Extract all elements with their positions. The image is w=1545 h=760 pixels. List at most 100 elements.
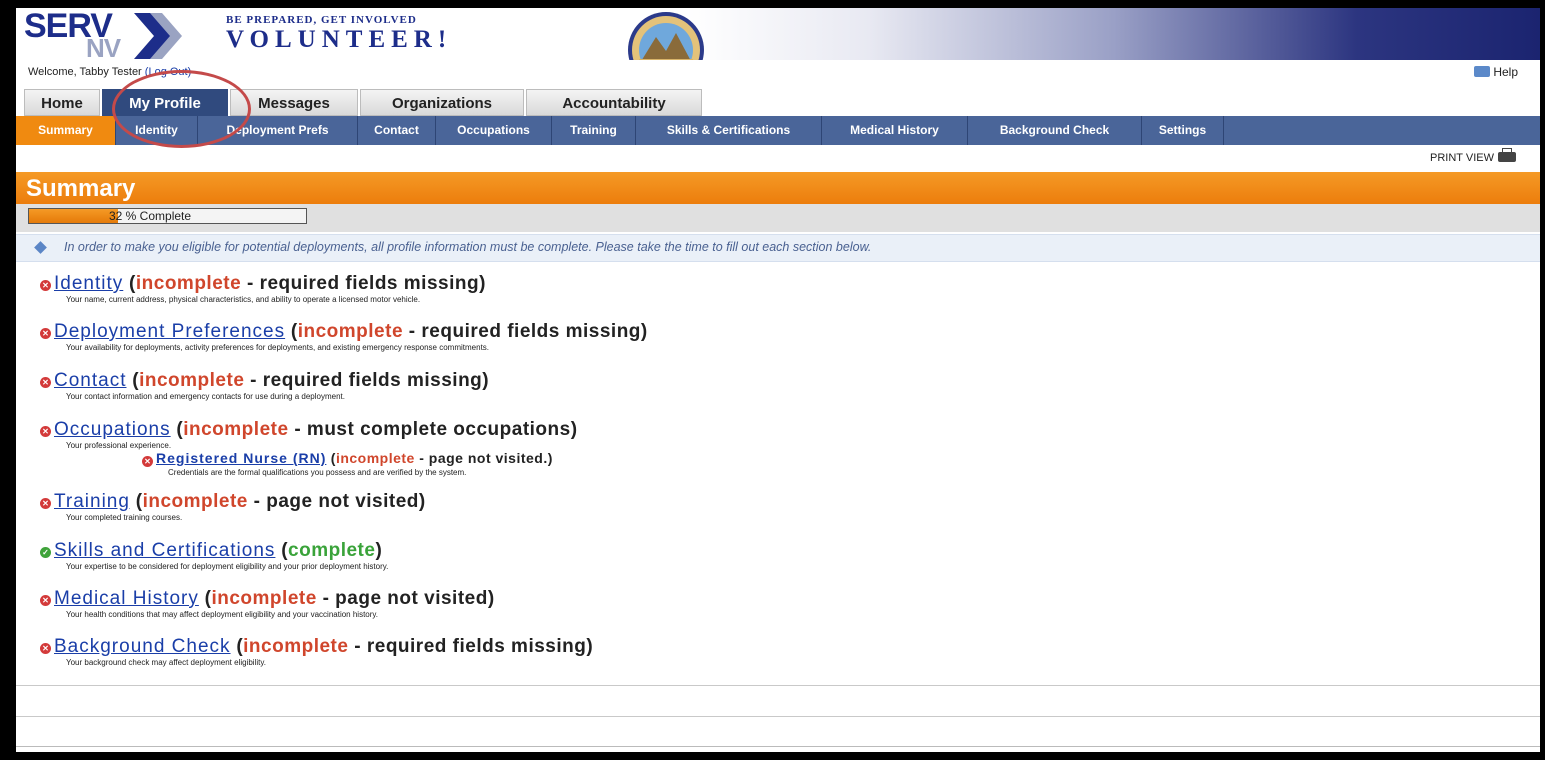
tagline-small: BE PREPARED, GET INVOLVED — [226, 14, 417, 26]
section-status: incomplete — [243, 636, 349, 657]
subtab-medical-history[interactable]: Medical History — [822, 116, 968, 145]
print-view-link[interactable]: PRINT VIEW — [1430, 148, 1516, 164]
help-icon — [1474, 66, 1491, 77]
tab-home[interactable]: Home — [24, 89, 100, 116]
section-status: incomplete — [139, 370, 245, 391]
section-desc: Your expertise to be considered for depl… — [66, 562, 389, 571]
section-reason: - required fields missing) — [403, 321, 648, 342]
occupation-title-line: Registered Nurse (RN) (incomplete - page… — [156, 450, 553, 466]
section-title-line: Background Check (incomplete - required … — [54, 636, 594, 657]
printer-icon — [1498, 148, 1516, 162]
summary-header: Summary — [16, 172, 1540, 204]
section-reason: - required fields missing) — [244, 370, 490, 391]
section-title-line: Identity (incomplete - required fields m… — [54, 273, 486, 294]
subtab-deployment-prefs[interactable]: Deployment Prefs — [198, 116, 358, 145]
welcome-user: Welcome, Tabby Tester — [28, 66, 142, 78]
progress-row: 32 % Complete — [16, 204, 1540, 232]
section-desc: Your health conditions that may affect d… — [66, 610, 379, 619]
help-link[interactable]: Help — [1474, 65, 1518, 79]
subtab-background-check[interactable]: Background Check — [968, 116, 1142, 145]
incomplete-icon: ✕ — [40, 643, 51, 654]
section-reason: - required fields missing) — [348, 636, 594, 657]
tab-organizations[interactable]: Organizations — [360, 89, 524, 116]
section-reason: - page not visited) — [316, 588, 495, 609]
help-label: Help — [1493, 65, 1518, 79]
section-desc: Your professional experience. — [66, 441, 172, 450]
subtab-settings[interactable]: Settings — [1142, 116, 1224, 145]
progress-text: 32 % Complete — [109, 209, 192, 223]
divider — [16, 716, 1540, 717]
state-seal-icon — [628, 12, 704, 60]
section-status: incomplete — [297, 321, 404, 342]
section-desc: Your background check may affect deploym… — [66, 658, 266, 667]
tab-messages[interactable]: Messages — [230, 89, 358, 116]
section-status: incomplete — [135, 273, 242, 294]
section-reason: - must complete occupations) — [288, 419, 578, 440]
subtab-training[interactable]: Training — [552, 116, 636, 145]
section-link[interactable]: Training — [54, 491, 130, 512]
section-status: incomplete — [142, 491, 248, 512]
section-title-line: Skills and Certifications (complete) — [54, 540, 383, 561]
section-title-line: Occupations (incomplete - must complete … — [54, 419, 578, 440]
logo-chevron-icon — [134, 13, 182, 59]
divider — [16, 685, 1540, 686]
welcome-text: Welcome, Tabby Tester (Log Out) — [28, 66, 191, 78]
app-frame: SERV NV BE PREPARED, GET INVOLVED VOLUNT… — [16, 8, 1540, 752]
occupation-desc: Credentials are the formal qualification… — [168, 468, 467, 477]
section-link[interactable]: Deployment Preferences — [54, 321, 285, 342]
section-status: complete — [288, 540, 376, 561]
progress-bar: 32 % Complete — [28, 208, 307, 224]
incomplete-icon: ✕ — [40, 328, 51, 339]
print-view-label: PRINT VIEW — [1430, 152, 1494, 164]
occupation-status: incomplete — [335, 450, 415, 466]
occupation-reason: - page not visited.) — [414, 450, 553, 466]
section-title-line: Deployment Preferences (incomplete - req… — [54, 321, 648, 342]
logout-link[interactable]: (Log Out) — [145, 66, 191, 78]
section-link[interactable]: Identity — [54, 273, 123, 294]
tagline: BE PREPARED, GET INVOLVED VOLUNTEER! — [226, 14, 453, 53]
section-desc: Your availability for deployments, activ… — [66, 343, 490, 352]
incomplete-icon: ✕ — [40, 377, 51, 388]
incomplete-icon: ✕ — [40, 280, 51, 291]
section-status: incomplete — [211, 588, 317, 609]
occupation-link[interactable]: Registered Nurse (RN) — [156, 450, 326, 466]
section-link[interactable]: Medical History — [54, 588, 199, 609]
section-status: incomplete — [183, 419, 289, 440]
site-banner: SERV NV BE PREPARED, GET INVOLVED VOLUNT… — [16, 8, 1540, 60]
section-link[interactable]: Skills and Certifications — [54, 540, 275, 561]
logo-nv-text: NV — [86, 33, 121, 60]
user-bar: Welcome, Tabby Tester (Log Out) Help — [16, 60, 1540, 84]
tagline-big: VOLUNTEER! — [226, 26, 453, 53]
info-banner: In order to make you eligible for potent… — [16, 234, 1540, 262]
subtab-occupations[interactable]: Occupations — [436, 116, 552, 145]
complete-check-icon: ✓ — [40, 547, 51, 558]
footer-edge — [16, 746, 1540, 752]
section-title-line: Training (incomplete - page not visited) — [54, 491, 426, 512]
section-title-line: Contact (incomplete - required fields mi… — [54, 370, 490, 391]
section-title-line: Medical History (incomplete - page not v… — [54, 588, 495, 609]
section-reason: ) — [375, 540, 383, 561]
main-nav: Home My Profile Messages Organizations A… — [16, 86, 1540, 116]
subtab-contact[interactable]: Contact — [358, 116, 436, 145]
incomplete-icon: ✕ — [142, 456, 153, 467]
section-reason: - required fields missing) — [241, 273, 486, 294]
section-reason: - page not visited) — [247, 491, 426, 512]
subtab-summary[interactable]: Summary — [16, 116, 116, 145]
incomplete-icon: ✕ — [40, 426, 51, 437]
subtab-identity[interactable]: Identity — [116, 116, 198, 145]
section-link[interactable]: Occupations — [54, 419, 171, 440]
subtab-skills-certifications[interactable]: Skills & Certifications — [636, 116, 822, 145]
progress-fill — [29, 209, 118, 223]
info-message: In order to make you eligible for potent… — [64, 240, 872, 254]
section-desc: Your completed training courses. — [66, 513, 183, 522]
tab-accountability[interactable]: Accountability — [526, 89, 702, 116]
page-title: Summary — [26, 175, 136, 202]
section-link[interactable]: Background Check — [54, 636, 231, 657]
tab-my-profile[interactable]: My Profile — [102, 89, 228, 116]
section-link[interactable]: Contact — [54, 370, 126, 391]
profile-subnav: Summary Identity Deployment Prefs Contac… — [16, 116, 1540, 145]
section-desc: Your contact information and emergency c… — [66, 392, 345, 401]
info-icon — [34, 241, 47, 254]
servnv-logo[interactable]: SERV NV — [24, 9, 189, 60]
section-desc: Your name, current address, physical cha… — [66, 295, 421, 304]
